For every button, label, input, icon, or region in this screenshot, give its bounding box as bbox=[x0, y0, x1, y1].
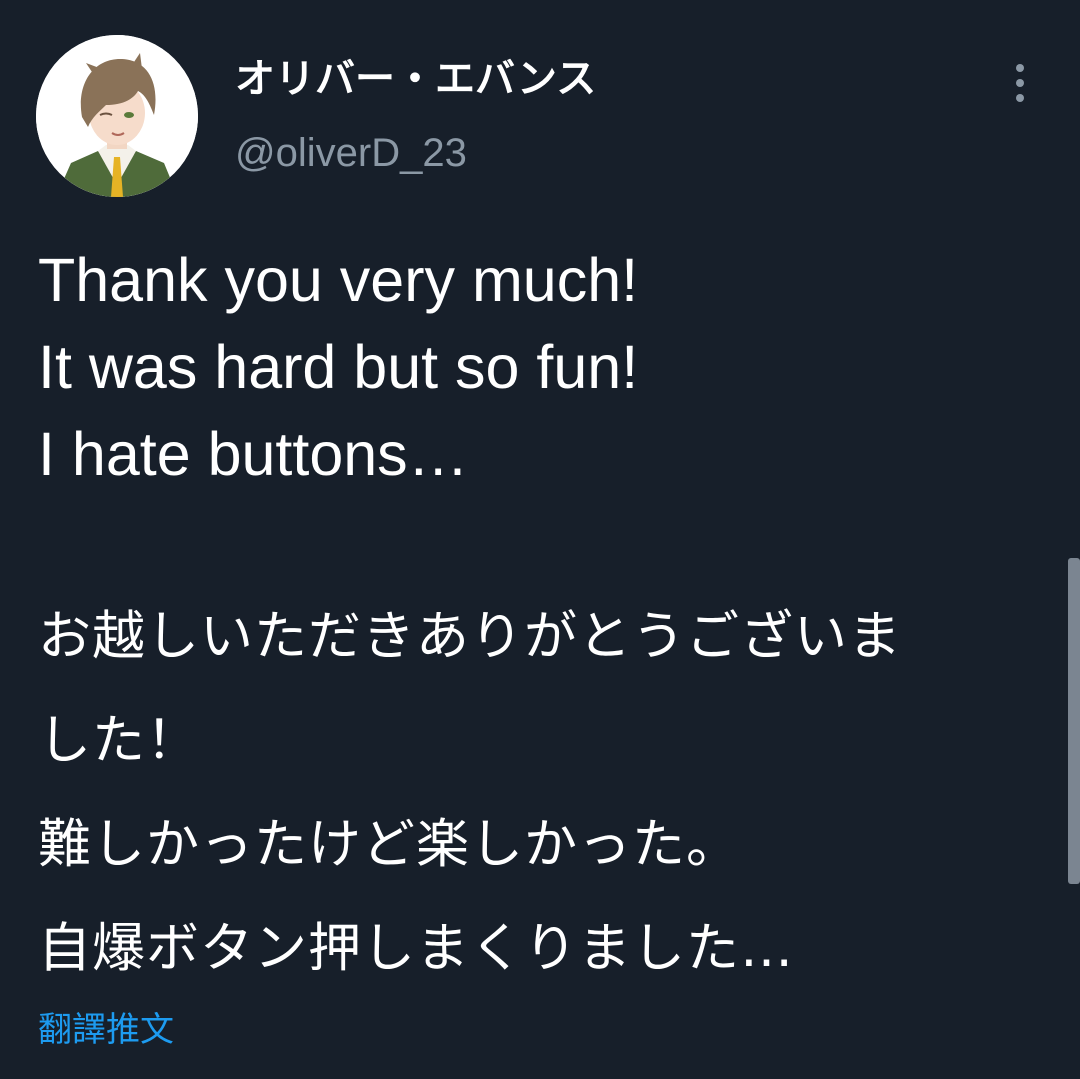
vertical-ellipsis-icon bbox=[1016, 79, 1024, 87]
vertical-ellipsis-icon bbox=[1016, 94, 1024, 102]
display-name[interactable]: オリバー・エバンス bbox=[235, 54, 596, 104]
avatar-illustration-icon bbox=[36, 35, 198, 197]
tweet-line: Thank you very much! bbox=[38, 246, 639, 314]
tweet-line: 難しかったけど楽しかった。 bbox=[38, 814, 740, 875]
tweet-line: I hate buttons… bbox=[38, 420, 469, 488]
tweet-text: Thank you very much! It was hard but so … bbox=[38, 237, 1053, 1001]
tweet-line: It was hard but so fun! bbox=[38, 333, 639, 401]
tweet-line-break bbox=[38, 498, 1053, 585]
tweet-detail: オリバー・エバンス @oliverD_23 Thank you very muc… bbox=[0, 0, 1080, 1079]
translate-tweet-link[interactable]: 翻譯推文 bbox=[38, 1008, 174, 1052]
tweet-line: お越しいただきありがとうございま bbox=[38, 606, 902, 667]
tweet-line: した！ bbox=[38, 710, 200, 771]
more-options-button[interactable] bbox=[1000, 58, 1040, 108]
avatar[interactable] bbox=[36, 35, 198, 197]
tweet-line: 自爆ボタン押しまくりました… bbox=[38, 918, 794, 979]
vertical-ellipsis-icon bbox=[1016, 64, 1024, 72]
user-handle[interactable]: @oliverD_23 bbox=[235, 129, 467, 177]
scrollbar[interactable] bbox=[1068, 558, 1080, 884]
